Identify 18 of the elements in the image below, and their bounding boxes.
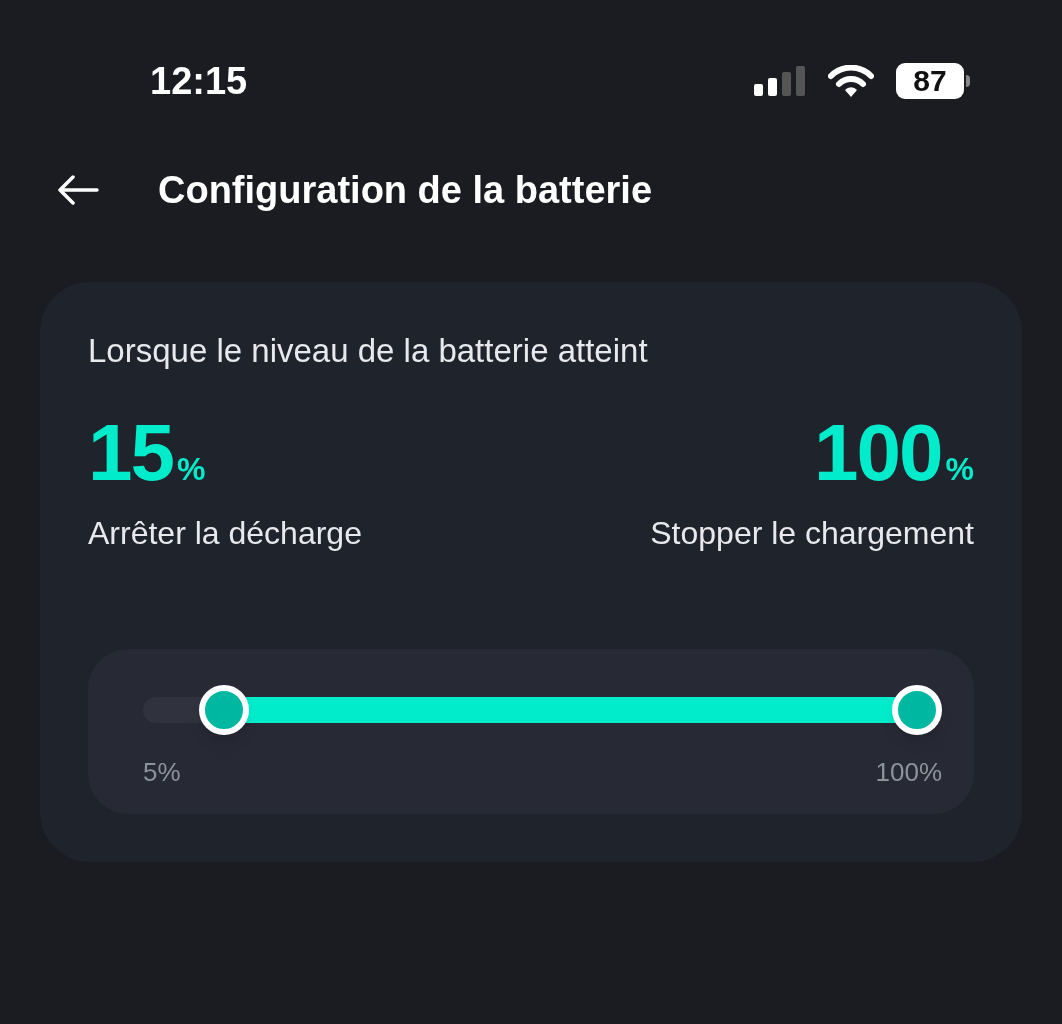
slider-track	[143, 697, 205, 723]
percentage-value: 15	[88, 413, 173, 493]
percent-unit: %	[945, 450, 974, 489]
status-time: 12:15	[150, 58, 248, 104]
back-arrow-icon	[57, 175, 99, 205]
stat-label: Arrêter la décharge	[88, 514, 362, 553]
battery-indicator: 87	[896, 63, 964, 99]
slider-thumb[interactable]	[892, 685, 942, 735]
card-heading: Lorsque le niveau de la batterie atteint	[88, 334, 649, 367]
max-label: 100%	[875, 756, 942, 789]
stat-label: Stopper le chargement	[650, 514, 974, 553]
page-title: Configuration de la batterie	[158, 167, 653, 213]
min-label: 5%	[143, 756, 181, 789]
percent-unit: %	[177, 450, 206, 489]
wifi-icon	[828, 65, 874, 97]
signal-icon	[754, 66, 806, 96]
slider-thumb[interactable]	[199, 685, 250, 735]
percentage-value: 100	[814, 413, 942, 493]
